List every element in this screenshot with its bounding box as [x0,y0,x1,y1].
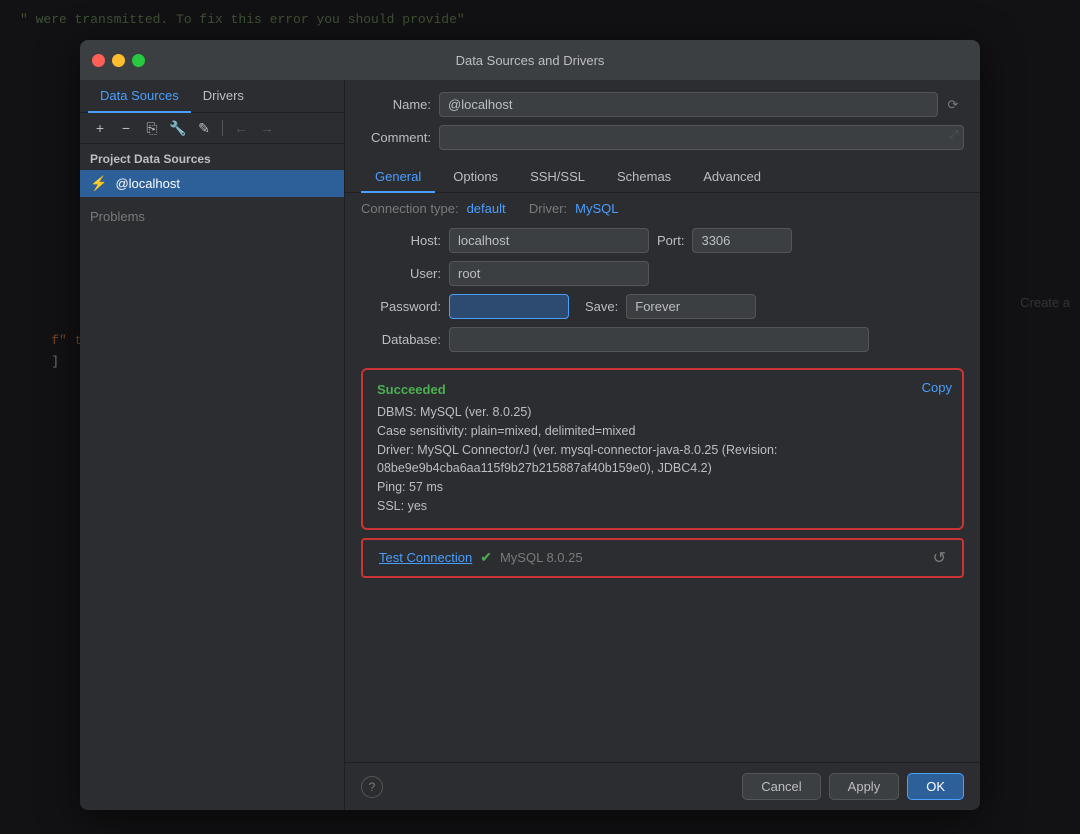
notification-text: DBMS: MySQL (ver. 8.0.25) Case sensitivi… [377,403,948,516]
sidebar: Data Sources Drivers + − ⎘ 🔧 ✎ ← → Proje… [80,80,345,810]
connection-type-row: Connection type: default Driver: MySQL [345,193,980,224]
notification-box: Succeeded Copy DBMS: MySQL (ver. 8.0.25)… [361,368,964,530]
tab-sshssl[interactable]: SSH/SSL [516,162,599,193]
problems-section: Problems [80,201,344,232]
mysql-version-text: MySQL 8.0.25 [500,550,583,565]
tab-bar: General Options SSH/SSL Schemas Advanced [345,162,980,193]
back-button[interactable]: ← [229,117,253,139]
right-panel: Name: ⟳ Comment: ⤢ General [345,80,980,810]
form-fields: Host: Port: User: Password: Save: [345,224,980,323]
tab-general[interactable]: General [361,162,435,193]
minimize-button[interactable] [112,54,125,67]
name-input-wrap: ⟳ [439,92,964,117]
dialog-footer: ? Cancel Apply OK [345,762,980,810]
password-input[interactable] [449,294,569,319]
port-label: Port: [657,233,684,248]
cancel-button[interactable]: Cancel [742,773,820,800]
copy-button[interactable]: Copy [922,380,952,395]
refresh-button[interactable]: ↺ [933,548,946,568]
apply-button[interactable]: Apply [829,773,900,800]
name-input[interactable] [439,92,938,117]
connection-type-label: Connection type: [361,201,459,216]
traffic-lights [92,54,145,67]
test-connection-bar: Test Connection ✔ MySQL 8.0.25 ↺ [361,538,964,578]
dialog-body: Data Sources Drivers + − ⎘ 🔧 ✎ ← → Proje… [80,80,980,810]
host-label: Host: [361,233,441,248]
name-row: Name: ⟳ [361,92,964,117]
user-row: User: [361,261,964,286]
remove-button[interactable]: − [114,117,138,139]
comment-expand-icon: ⤢ [949,129,958,142]
help-button[interactable]: ? [361,776,383,798]
spacer [345,586,980,763]
driver-label: Driver: [529,201,567,216]
user-input[interactable] [449,261,649,286]
password-label: Password: [361,299,441,314]
comment-label: Comment: [361,130,431,145]
forward-button[interactable]: → [255,117,279,139]
save-label: Save: [585,299,618,314]
password-row: Password: Save: [361,294,964,319]
connection-type-value[interactable]: default [467,201,506,216]
add-button[interactable]: + [88,117,112,139]
tab-advanced[interactable]: Advanced [689,162,775,193]
database-label: Database: [361,332,441,347]
section-header: Project Data Sources [80,144,344,170]
comment-input[interactable] [439,125,964,150]
title-bar: Data Sources and Drivers [80,40,980,80]
port-input[interactable] [692,228,792,253]
test-check-icon: ✔ [480,549,492,566]
edit-button[interactable]: ✎ [192,117,216,139]
settings-button[interactable]: 🔧 [166,117,190,139]
save-select[interactable] [626,294,756,319]
test-connection-link[interactable]: Test Connection [379,550,472,565]
driver-value[interactable]: MySQL [575,201,618,216]
ok-button[interactable]: OK [907,773,964,800]
host-row: Host: Port: [361,228,964,253]
tab-data-sources[interactable]: Data Sources [88,80,191,113]
tab-schemas[interactable]: Schemas [603,162,685,193]
datasource-item-localhost[interactable]: ⚡ @localhost [80,170,344,197]
dialog-title: Data Sources and Drivers [456,53,605,68]
tab-options[interactable]: Options [439,162,512,193]
user-label: User: [361,266,441,281]
sidebar-tabs: Data Sources Drivers [80,80,344,113]
comment-row: Comment: ⤢ [361,125,964,150]
header-fields: Name: ⟳ Comment: ⤢ [345,80,980,158]
database-input[interactable] [449,327,869,352]
notification-title: Succeeded [377,382,948,397]
reload-button[interactable]: ⟳ [942,94,964,116]
name-label: Name: [361,97,431,112]
datasource-label: @localhost [115,176,180,191]
host-input[interactable] [449,228,649,253]
datasource-icon: ⚡ [90,175,107,192]
toolbar-separator [222,120,223,136]
database-row: Database: [345,323,980,360]
close-button[interactable] [92,54,105,67]
tab-drivers[interactable]: Drivers [191,80,256,113]
sidebar-toolbar: + − ⎘ 🔧 ✎ ← → [80,113,344,144]
maximize-button[interactable] [132,54,145,67]
dialog: Data Sources and Drivers Data Sources Dr… [80,40,980,810]
copy-button[interactable]: ⎘ [140,117,164,139]
